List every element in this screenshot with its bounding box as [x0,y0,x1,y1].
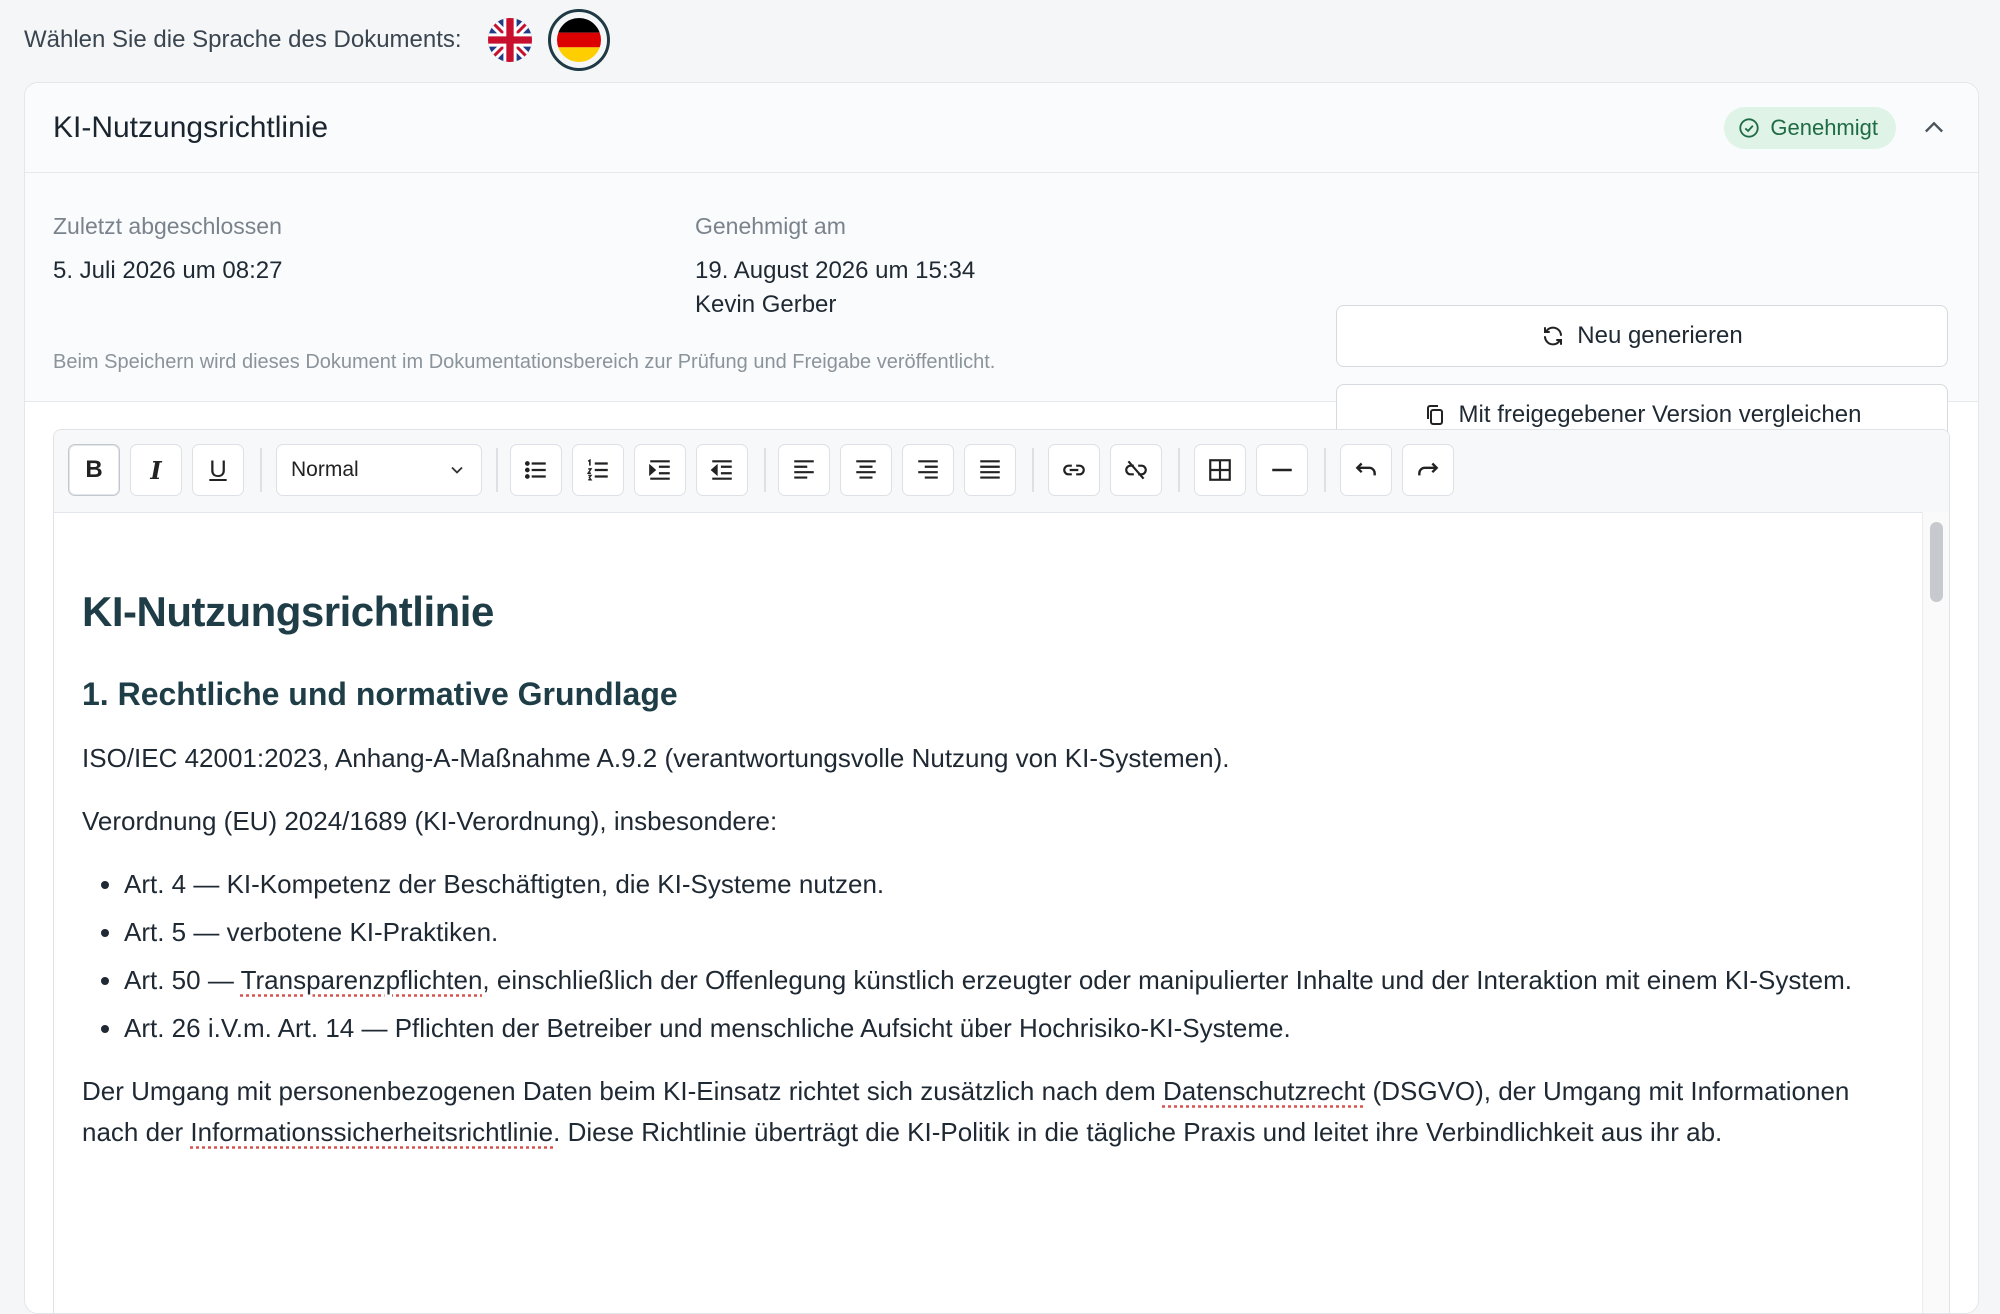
uk-flag-icon[interactable] [487,18,532,62]
chevron-down-icon [451,466,463,474]
editor-scrollbar[interactable] [1922,512,1949,1313]
rich-text-editor: B I U Normal KI-Nutzungsrichtlinie 1. Re… [53,429,1950,1313]
toolbar-divider [1324,448,1326,492]
status-badge-label: Genehmigt [1770,114,1878,140]
align-center-icon [856,460,876,479]
paragraph-regulation: Verordnung (EU) 2024/1689 (KI-Verordnung… [82,806,778,836]
paragraph-text: . Diese Richtlinie überträgt die KI-Poli… [553,1117,1723,1147]
approval-info: Genehmigt am 19. August 2026 um 15:34 Ke… [695,213,975,322]
align-justify-icon [980,460,1000,479]
copy-icon [1426,405,1443,425]
align-justify-button[interactable] [964,444,1016,496]
card-title: KI-Nutzungsrichtlinie [53,110,329,144]
undo-icon [1355,462,1376,476]
editor-toolbar: B I U Normal [54,430,1949,513]
document-heading: KI-Nutzungsrichtlinie [82,588,494,635]
italic-button[interactable]: I [130,444,182,496]
toolbar-divider [260,448,262,492]
section-heading: 1. Rechtliche und normative Grundlage [82,676,678,712]
redo-icon [1418,462,1439,476]
outdent-icon [710,460,732,480]
undo-button[interactable] [1340,444,1392,496]
approved-label: Genehmigt am [695,213,846,239]
bullet-list-button[interactable] [510,444,562,496]
toolbar-divider [764,448,766,492]
misspelled-word: Datenschutzrecht [1162,1076,1366,1106]
document-card: KI-Nutzungsrichtlinie Genehmigt Zuletzt … [24,82,1979,1314]
numbered-list-icon [586,458,608,481]
list-item: Art. 5 — verbotene KI-Praktiken. [124,912,1895,953]
align-left-icon [794,460,814,479]
align-right-button[interactable] [902,444,954,496]
table-icon [1209,459,1231,481]
numbered-list-button[interactable] [572,444,624,496]
outdent-button[interactable] [696,444,748,496]
horizontal-rule-icon [1272,468,1292,472]
list-item-text: Art. 50 — [124,965,241,995]
language-label: Wählen Sie die Sprache des Dokuments: [24,26,462,53]
article-list: Art. 4 — KI-Kompetenz der Beschäftigten,… [82,864,1895,1049]
link-icon [1063,464,1085,476]
indent-icon [649,460,670,480]
refresh-icon [1544,326,1563,346]
paragraph-text: Der Umgang mit personenbezogenen Daten b… [82,1076,1163,1106]
compare-button-label: Mit freigegebener Version vergleichen [1458,401,1862,428]
language-selector: Wählen Sie die Sprache des Dokuments: [24,9,610,71]
paragraph-iso: ISO/IEC 42001:2023, Anhang-A-Maßnahme A.… [82,743,1230,773]
status-badge: Genehmigt [1724,106,1896,149]
document-meta: Zuletzt abgeschlossen 5. Juli 2026 um 08… [25,173,1978,446]
link-button[interactable] [1048,444,1100,496]
block-format-select[interactable]: Normal [276,444,482,496]
last-completed-label: Zuletzt abgeschlossen [53,213,282,239]
table-button[interactable] [1194,444,1246,496]
last-completed-value: 5. Juli 2026 um 08:27 [53,257,283,284]
approved-value: 19. August 2026 um 15:34 [695,257,976,284]
bullet-list-icon [524,461,546,479]
publish-note: Beim Speichern wird dieses Dokument im D… [53,351,996,373]
block-format-value: Normal [291,458,359,481]
paragraph-privacy: Der Umgang mit personenbezogenen Daten b… [82,1071,1895,1153]
redo-button[interactable] [1402,444,1454,496]
underline-button[interactable]: U [192,444,244,496]
misspelled-word: Transparenzpflichten [240,965,483,995]
collapse-button[interactable] [1918,112,1950,144]
regenerate-button-label: Neu generieren [1577,322,1743,349]
misspelled-word: Informationssicherheitsrichtlinie [190,1117,554,1147]
list-item: Art. 50 — Transparenzpflichten, einschli… [124,960,1895,1001]
list-item: Art. 4 — KI-Kompetenz der Beschäftigten,… [124,864,1895,905]
horizontal-rule-button[interactable] [1256,444,1308,496]
align-right-icon [918,460,938,479]
list-item-text: , einschließlich der Offenlegung künstli… [482,965,1852,995]
check-circle-icon [1739,117,1759,138]
last-completed: Zuletzt abgeschlossen 5. Juli 2026 um 08… [53,213,283,288]
toolbar-divider [1032,448,1034,492]
scrollbar-thumb[interactable] [1930,522,1943,602]
toolbar-divider [1178,448,1180,492]
list-item: Art. 26 i.V.m. Art. 14 — Pflichten der B… [124,1008,1895,1049]
germany-flag-icon [556,18,601,62]
unlink-icon [1125,460,1147,480]
indent-button[interactable] [634,444,686,496]
align-center-button[interactable] [840,444,892,496]
approved-by: Kevin Gerber [695,291,837,318]
regenerate-button[interactable]: Neu generieren [1336,305,1948,367]
editor-content[interactable]: KI-Nutzungsrichtlinie 1. Rechtliche und … [54,512,1923,1313]
align-left-button[interactable] [778,444,830,496]
chevron-up-icon [1925,121,1943,132]
germany-flag-option[interactable] [547,9,610,71]
unlink-button[interactable] [1110,444,1162,496]
toolbar-divider [496,448,498,492]
bold-button[interactable]: B [68,444,120,496]
card-header: KI-Nutzungsrichtlinie Genehmigt [25,83,1978,173]
